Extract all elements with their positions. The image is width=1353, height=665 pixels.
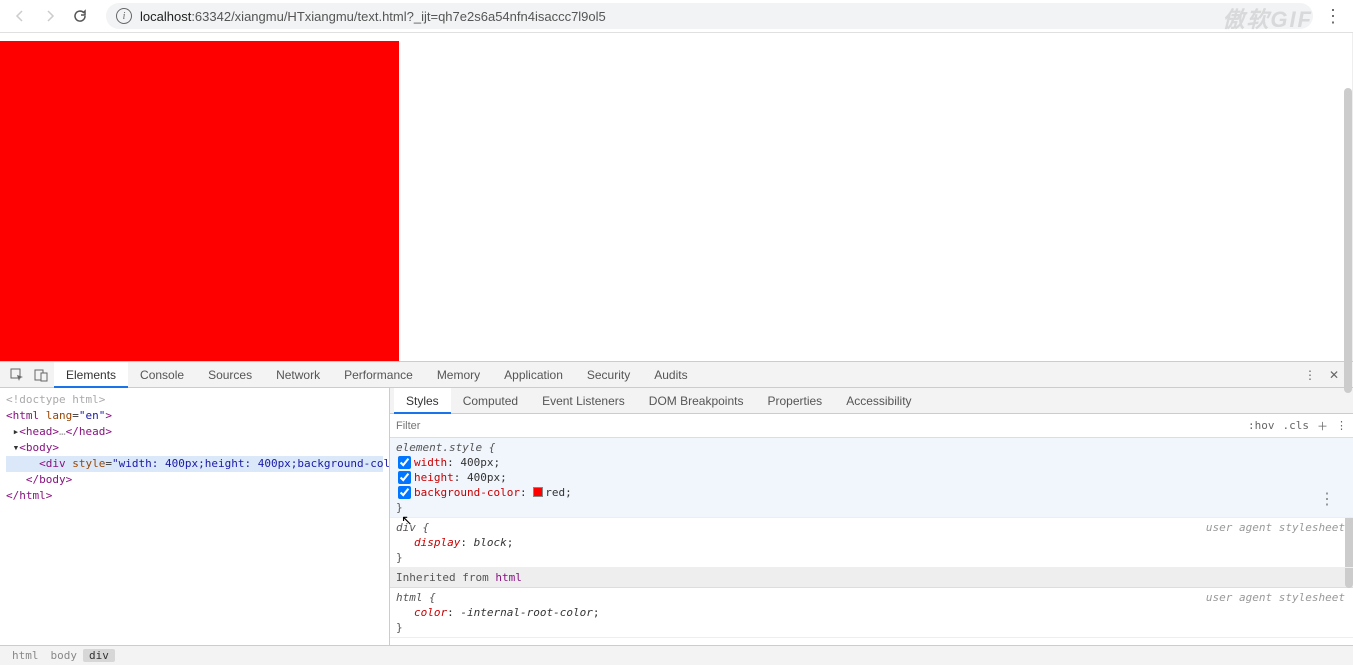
div-rule[interactable]: user agent stylesheet div { display: blo… (390, 518, 1353, 568)
prop-checkbox-width[interactable] (398, 456, 411, 469)
subtab-computed[interactable]: Computed (451, 388, 530, 414)
dom-breadcrumb: html body div (0, 645, 1353, 665)
tab-audits[interactable]: Audits (642, 362, 699, 388)
subtab-dom-breakpoints[interactable]: DOM Breakpoints (637, 388, 756, 414)
tab-security[interactable]: Security (575, 362, 642, 388)
selected-dom-node[interactable]: <div style="width: 400px;height: 400px;b… (6, 456, 383, 472)
tab-memory[interactable]: Memory (425, 362, 492, 388)
ua-label: user agent stylesheet (1206, 520, 1345, 535)
element-style-rule[interactable]: element.style { width: 400px; height: 40… (390, 438, 1353, 518)
cls-toggle[interactable]: .cls (1283, 419, 1310, 432)
devtools-tabs: Elements Console Sources Network Perform… (0, 362, 1353, 388)
prop-checkbox-height[interactable] (398, 471, 411, 484)
prop-checkbox-bgcolor[interactable] (398, 486, 411, 499)
subtab-event-listeners[interactable]: Event Listeners (530, 388, 637, 414)
rule-more-icon[interactable]: ⋮ (1319, 494, 1335, 504)
url-text: localhost:63342/xiangmu/HTxiangmu/text.h… (140, 9, 606, 24)
reload-button[interactable] (68, 4, 92, 28)
tab-application[interactable]: Application (492, 362, 575, 388)
device-toolbar-icon[interactable] (30, 364, 52, 386)
devtools-close-icon[interactable]: ✕ (1323, 364, 1345, 386)
red-div (0, 41, 399, 361)
subtab-properties[interactable]: Properties (755, 388, 834, 414)
html-rule[interactable]: user agent stylesheet html { color: -int… (390, 588, 1353, 638)
tab-elements[interactable]: Elements (54, 362, 128, 388)
site-info-icon[interactable]: i (116, 8, 132, 24)
styles-panel: Styles Computed Event Listeners DOM Brea… (390, 388, 1353, 645)
inherited-link[interactable]: html (495, 571, 522, 584)
color-swatch-icon[interactable] (533, 487, 543, 497)
subtab-styles[interactable]: Styles (394, 388, 451, 414)
watermark-text: 傲软GIF (1222, 2, 1313, 34)
page-viewport (0, 33, 1353, 361)
styles-filter-input[interactable] (396, 420, 1248, 432)
styles-filter-row: :hov .cls ＋ ⋮ (390, 414, 1353, 438)
subtab-accessibility[interactable]: Accessibility (834, 388, 923, 414)
dom-tree-panel[interactable]: <!doctype html> <html lang="en"> ▸<head>… (0, 388, 390, 645)
ua-label-2: user agent stylesheet (1206, 590, 1345, 605)
chrome-menu-icon[interactable]: ⋮ (1321, 4, 1345, 28)
tab-network[interactable]: Network (264, 362, 332, 388)
hov-toggle[interactable]: :hov (1248, 419, 1275, 432)
tab-sources[interactable]: Sources (196, 362, 264, 388)
address-bar[interactable]: i localhost:63342/xiangmu/HTxiangmu/text… (106, 3, 1313, 29)
crumb-html[interactable]: html (6, 649, 45, 662)
devtools: Elements Console Sources Network Perform… (0, 361, 1353, 665)
devtools-menu-icon[interactable]: ⋮ (1299, 364, 1321, 386)
inspect-element-icon[interactable] (6, 364, 28, 386)
styles-content[interactable]: element.style { width: 400px; height: 40… (390, 438, 1353, 645)
forward-button[interactable] (38, 4, 62, 28)
new-style-rule-icon[interactable]: ＋ (1317, 418, 1328, 434)
crumb-div[interactable]: div (83, 649, 115, 662)
back-button[interactable] (8, 4, 32, 28)
styles-subtabs: Styles Computed Event Listeners DOM Brea… (390, 388, 1353, 414)
inherited-from-bar: Inherited from html (390, 568, 1353, 588)
styles-more-icon[interactable]: ⋮ (1336, 419, 1347, 432)
page-scrollbar[interactable] (1344, 88, 1352, 393)
crumb-body[interactable]: body (45, 649, 84, 662)
devtools-body: <!doctype html> <html lang="en"> ▸<head>… (0, 388, 1353, 645)
tab-performance[interactable]: Performance (332, 362, 425, 388)
browser-toolbar: i localhost:63342/xiangmu/HTxiangmu/text… (0, 0, 1353, 33)
tab-console[interactable]: Console (128, 362, 196, 388)
